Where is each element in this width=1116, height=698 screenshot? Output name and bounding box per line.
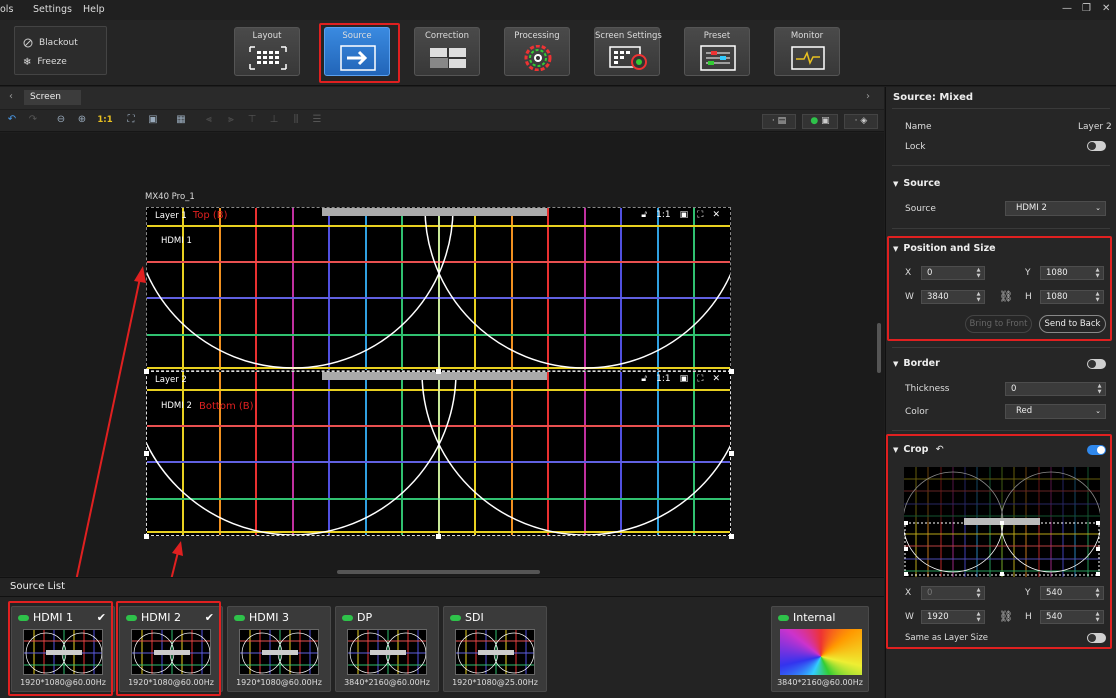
border-section-header[interactable]: ▼ Border [893, 358, 940, 369]
source-card-internal[interactable]: Internal 3840*2160@60.00Hz [771, 606, 869, 692]
thickness-field[interactable]: 0 ▲ ▼ [1005, 382, 1106, 396]
source-label: Source [905, 204, 936, 214]
status-indicator [234, 615, 245, 621]
name-value: Layer 2 [1078, 122, 1112, 132]
minimize-icon[interactable]: — [1062, 3, 1072, 14]
color-select[interactable]: Red ⌄ [1005, 404, 1106, 419]
thickness-label: Thickness [905, 384, 950, 394]
border-toggle[interactable] [1087, 359, 1106, 369]
source-thumbnail [239, 629, 319, 675]
source-select[interactable]: HDMI 2 ⌄ [1005, 201, 1106, 216]
source-thumbnail [347, 629, 427, 675]
status-indicator [450, 615, 461, 621]
panel-title: Source: Mixed [893, 92, 974, 103]
color-label: Color [905, 407, 929, 417]
source-card-name: Internal [793, 611, 836, 624]
hdmi1-highlight-box [8, 601, 113, 696]
color-select-value: Red [1016, 406, 1033, 416]
source-card-name: SDI [465, 611, 484, 624]
position-highlight-box [887, 236, 1112, 341]
source-card-resolution: 1920*1080@60.00Hz [236, 678, 322, 687]
lock-label: Lock [905, 142, 926, 152]
chevron-down-icon: ⌄ [1095, 204, 1101, 212]
restore-icon[interactable]: ❐ [1082, 3, 1091, 14]
source-card-resolution: 3840*2160@60.00Hz [777, 678, 863, 687]
name-label: Name [905, 122, 932, 132]
source-card-name: DP [357, 611, 373, 624]
crop-highlight-box [886, 434, 1112, 649]
source-thumbnail [455, 629, 535, 675]
chevron-down-icon: ⌄ [1095, 407, 1101, 415]
source-card-hdmi3[interactable]: HDMI 3 1920*1080@60.00Hz [227, 606, 331, 692]
source-card-dp[interactable]: DP 3840*2160@60.00Hz [335, 606, 439, 692]
source-select-value: HDMI 2 [1016, 203, 1047, 213]
source-list-title: Source List [10, 581, 66, 592]
border-section-label: Border [903, 358, 940, 369]
internal-thumbnail [780, 629, 862, 675]
thickness-value: 0 [1011, 384, 1017, 394]
source-section-label: Source [903, 178, 941, 189]
source-card-sdi[interactable]: SDI 1920*1080@25.00Hz [443, 606, 547, 692]
status-indicator [778, 615, 789, 621]
close-window-icon[interactable]: ✕ [1102, 3, 1110, 14]
spinner-icon[interactable]: ▲ ▼ [1095, 383, 1104, 395]
status-indicator [342, 615, 353, 621]
lock-toggle[interactable] [1087, 141, 1106, 151]
source-card-resolution: 1920*1080@25.00Hz [452, 678, 538, 687]
source-card-name: HDMI 3 [249, 611, 289, 624]
hdmi2-highlight-box [116, 601, 221, 696]
source-section-header[interactable]: ▼ Source [893, 178, 940, 189]
source-card-resolution: 3840*2160@60.00Hz [344, 678, 430, 687]
